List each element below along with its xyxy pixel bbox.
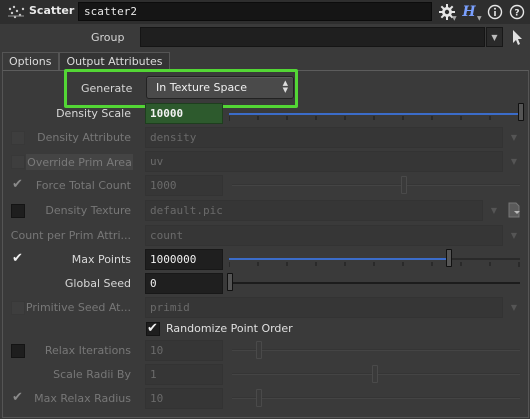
global-seed-slider-handle[interactable] [227, 273, 233, 291]
group-input[interactable] [140, 27, 485, 47]
primitive-seed-field[interactable]: primid [145, 297, 503, 318]
max-points-label: Max Points [71, 253, 131, 266]
density-scale-label: Density Scale [56, 107, 131, 120]
group-dropdown-button[interactable]: ▼ [486, 27, 503, 47]
density-attribute-field[interactable]: density [145, 127, 503, 148]
density-scale-slider-ticks [229, 116, 520, 121]
primitive-seed-dropdown[interactable]: ▼ [505, 297, 523, 318]
scale-radii-field[interactable]: 1 [145, 364, 223, 385]
tab-output-attributes[interactable]: Output Attributes [59, 52, 171, 70]
scale-radii-label: Scale Radii By [53, 368, 131, 381]
relax-iterations-slider-track[interactable] [232, 349, 520, 351]
count-per-prim-dropdown[interactable]: ▼ [505, 225, 523, 246]
density-texture-label: Density Texture [45, 204, 131, 217]
max-relax-radius-label: Max Relax Radius [34, 392, 131, 405]
group-label: Group [91, 31, 125, 44]
scale-radii-slider-handle[interactable] [372, 365, 378, 383]
primitive-seed-label: Primitive Seed At... [25, 301, 131, 314]
generate-label: Generate [81, 82, 133, 95]
density-texture-dropdown[interactable]: ▼ [485, 200, 503, 221]
global-seed-slider-track[interactable] [229, 282, 520, 284]
global-seed-label: Global Seed [64, 277, 131, 290]
density-texture-field[interactable]: default.pic [145, 200, 483, 221]
force-total-count-field[interactable]: 1000 [145, 175, 223, 196]
global-seed-field[interactable]: 0 [145, 273, 223, 294]
generate-select[interactable]: In Texture Space ▲ ▼ [146, 76, 294, 99]
svg-text:?: ? [514, 9, 519, 19]
help-menu-chevron-icon[interactable]: ▼ [477, 15, 482, 22]
info-icon[interactable] [486, 3, 504, 21]
select-arrow-icon[interactable] [508, 27, 526, 47]
count-per-prim-label: Count per Prim Attri... [10, 229, 131, 242]
tab-options[interactable]: Options [2, 52, 60, 70]
max-points-slider-fill[interactable] [229, 258, 451, 260]
tab-bar: Options Output Attributes [2, 52, 171, 70]
help-h-icon[interactable]: H [462, 3, 476, 21]
parameter-header: Scatter scatter2 ▼ H ▼ ? [0, 0, 530, 24]
density-scale-slider-handle[interactable] [518, 103, 524, 121]
randomize-checkmark-icon[interactable]: ✔ [147, 322, 158, 335]
override-prim-area-button[interactable]: Override Prim Area [25, 153, 134, 171]
generate-select-value: In Texture Space [156, 81, 247, 94]
density-attribute-dropdown[interactable]: ▼ [505, 127, 523, 148]
density-scale-field[interactable]: 10000 [145, 103, 223, 124]
relax-iterations-field[interactable]: 10 [145, 340, 223, 361]
node-type-label: Scatter [29, 4, 75, 17]
max-points-slider-track[interactable] [451, 258, 520, 260]
max-points-slider-handle[interactable] [446, 249, 452, 267]
force-total-count-slider-handle[interactable] [401, 176, 407, 194]
max-relax-radius-slider-track[interactable] [232, 397, 520, 399]
density-scale-slider-track[interactable] [229, 113, 519, 115]
max-points-slider-ticks [229, 262, 520, 267]
scatter-node-icon [8, 5, 25, 19]
force-total-count-label: Force Total Count [35, 179, 131, 192]
gear-menu-chevron-icon[interactable]: ▼ [452, 15, 457, 22]
override-prim-area-checkbox[interactable] [11, 155, 25, 169]
density-attribute-label: Density Attribute [37, 131, 131, 144]
updown-arrows-icon: ▲ ▼ [282, 79, 288, 94]
force-total-count-slider-track[interactable] [232, 184, 520, 186]
relax-iterations-label: Relax Iterations [44, 344, 131, 357]
relax-iterations-slider-handle[interactable] [256, 341, 262, 359]
override-prim-area-dropdown[interactable]: ▼ [505, 151, 523, 172]
help-question-icon[interactable]: ? [508, 3, 526, 21]
count-per-prim-field[interactable]: count [145, 225, 503, 246]
file-chooser-icon[interactable] [507, 202, 521, 218]
max-points-field[interactable]: 1000000 [145, 249, 223, 270]
max-relax-radius-field[interactable]: 10 [145, 388, 223, 409]
max-relax-radius-slider-handle[interactable] [256, 389, 262, 407]
randomize-point-order-label: Randomize Point Order [166, 322, 293, 335]
node-name-field[interactable]: scatter2 [78, 2, 432, 21]
override-prim-area-field[interactable]: uv [145, 151, 503, 172]
